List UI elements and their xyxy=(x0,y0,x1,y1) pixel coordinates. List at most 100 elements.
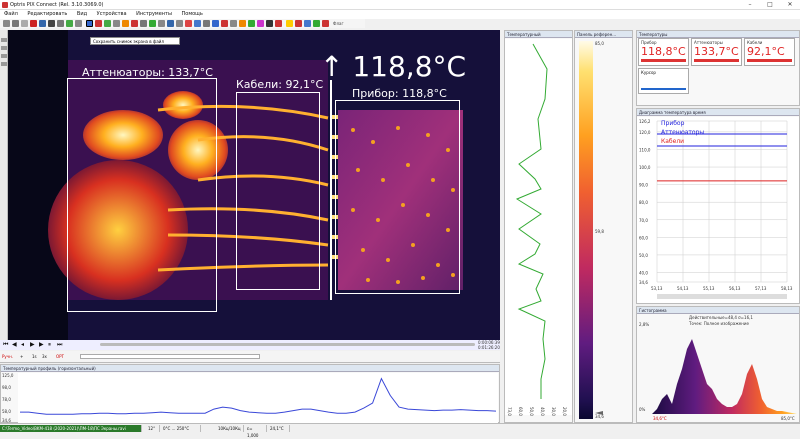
pause-icon[interactable]: ⏸ xyxy=(48,341,51,349)
temp-card-attenuators[interactable]: Аттенюаторы 133,7°C xyxy=(691,38,742,66)
speed-1s-button[interactable]: 1s xyxy=(32,354,37,359)
measure-icon[interactable] xyxy=(158,20,165,27)
export-icon[interactable] xyxy=(313,20,320,27)
stop-icon[interactable] xyxy=(21,20,28,27)
menu-tools[interactable]: Инструменты xyxy=(132,10,176,17)
vertical-profile-chart[interactable] xyxy=(505,39,572,415)
maximize-icon[interactable]: □ xyxy=(760,0,780,10)
toolbar: Флаг xyxy=(0,19,365,28)
tool-icon[interactable] xyxy=(1,38,7,42)
left-toolstrip xyxy=(0,30,8,340)
y-tick-label: 60,0 xyxy=(639,235,648,240)
vertical-profile-title: Температурный xyxy=(505,31,572,38)
hotspot-icon[interactable] xyxy=(176,20,183,27)
color-icon[interactable] xyxy=(122,20,129,27)
timeline-slider[interactable] xyxy=(100,343,475,346)
box-icon[interactable] xyxy=(194,20,201,27)
grid-icon[interactable] xyxy=(75,20,82,27)
menu-view[interactable]: Вид xyxy=(73,10,91,17)
tool-icon[interactable] xyxy=(1,54,7,58)
cursor-line xyxy=(330,80,332,300)
focus-icon[interactable] xyxy=(248,20,255,27)
attenuators-roi[interactable] xyxy=(67,78,217,312)
range-slider[interactable] xyxy=(80,354,260,359)
flag-icon[interactable] xyxy=(275,20,282,27)
close-icon[interactable]: ✕ xyxy=(780,0,800,10)
rewind-start-icon[interactable]: ⏮ xyxy=(3,341,8,349)
play-icon[interactable]: ▶ xyxy=(30,341,35,348)
xtick: 20,0 xyxy=(562,407,567,416)
menu-edit[interactable]: Редактировать xyxy=(23,10,71,17)
player-options: Ручн. + 1s 3x OPT xyxy=(0,351,500,363)
histogram-chart[interactable] xyxy=(652,329,797,414)
minimize-icon[interactable]: – xyxy=(740,0,760,10)
flag2-icon[interactable] xyxy=(322,20,329,27)
device-roi[interactable] xyxy=(335,100,460,294)
chart-icon[interactable] xyxy=(140,20,147,27)
legend-entry: Кабели xyxy=(661,138,684,145)
time-scrollbar[interactable] xyxy=(657,294,787,299)
speed-3x-button[interactable]: 3x xyxy=(42,354,47,359)
histogram-icon[interactable] xyxy=(167,20,174,27)
play-back-icon[interactable]: ◂ xyxy=(21,341,24,348)
folder-icon[interactable] xyxy=(286,20,293,27)
info-icon[interactable] xyxy=(304,20,311,27)
step-back-icon[interactable]: ◀ xyxy=(12,341,17,348)
temp-card-cables[interactable]: Кабели 92,1°C xyxy=(744,38,795,66)
menu-help[interactable]: Помощь xyxy=(178,10,207,17)
horizontal-profile-chart[interactable] xyxy=(18,373,498,423)
alarm2-icon[interactable] xyxy=(295,20,302,27)
layout-icon[interactable] xyxy=(57,20,64,27)
temp-card-value: 133,7°C xyxy=(694,45,739,58)
view-icon[interactable] xyxy=(104,20,111,27)
tools-icon[interactable] xyxy=(230,20,237,27)
xtick: 40,0 xyxy=(540,407,545,416)
snapshot-icon[interactable] xyxy=(39,20,46,27)
ytick: 98,0 xyxy=(2,385,11,390)
screenshot-icon[interactable] xyxy=(86,20,93,27)
menu-devices[interactable]: Устройства xyxy=(93,10,131,17)
end-icon[interactable]: ⏭ xyxy=(57,341,62,349)
ytick: 125,0 xyxy=(2,373,14,378)
fusion-icon[interactable] xyxy=(257,20,264,27)
save-icon[interactable] xyxy=(12,20,19,27)
coldspot-icon[interactable] xyxy=(185,20,192,27)
opt-button[interactable]: OPT xyxy=(56,354,64,359)
time-chart[interactable]: 126,2 120,0 110,0 100,0 90,0 80,0 70,0 60,0 50,0… xyxy=(637,117,799,303)
cursor-card[interactable]: Курсор xyxy=(638,68,689,94)
radiation-icon[interactable] xyxy=(266,20,273,27)
line-icon[interactable] xyxy=(203,20,210,27)
palette-icon[interactable] xyxy=(66,20,73,27)
target-icon[interactable] xyxy=(221,20,228,27)
zoom-icon[interactable] xyxy=(113,20,120,27)
time-bottom: 0:01:26:20 xyxy=(478,345,500,350)
flag-label: Флаг xyxy=(333,21,344,26)
crosshair-icon[interactable] xyxy=(212,20,219,27)
tool-icon[interactable] xyxy=(1,46,7,50)
toolbar-tooltip: Сохранить снимок экрана в файл xyxy=(90,37,180,45)
record-icon[interactable] xyxy=(30,20,37,27)
profile-series-line xyxy=(20,377,497,415)
play-icon[interactable] xyxy=(48,20,55,27)
histogram-points: Точек: Полное изображение xyxy=(689,321,749,326)
y-tick-label: 120,0 xyxy=(639,130,651,135)
open-icon[interactable] xyxy=(3,20,10,27)
alarm-icon[interactable] xyxy=(131,20,138,27)
camera-icon[interactable] xyxy=(95,20,102,27)
legend-entry: Аттенюаторы xyxy=(661,129,704,136)
zoom-in-icon[interactable]: + xyxy=(20,354,23,359)
menu-file[interactable]: Файл xyxy=(0,10,22,17)
color-scale[interactable] xyxy=(579,41,593,419)
tool-icon[interactable] xyxy=(1,62,7,66)
temp-card-device[interactable]: Прибор 118,8°C xyxy=(638,38,689,66)
thermal-image[interactable]: Аттенюаторы: 133,7°C Кабели: 92,1°C Приб… xyxy=(8,30,500,340)
temp-card-bar xyxy=(694,59,739,62)
file-path: C:\Termo_Video\BKM-418 (2020-2021)\ПМ-18… xyxy=(0,425,142,432)
profile-icon[interactable] xyxy=(149,20,156,27)
y-tick-label: 34,6 xyxy=(639,280,648,285)
vertical-profile-xaxis: 73,0 60,0 50,0 40,0 30,0 20,0 xyxy=(507,407,572,422)
cables-roi[interactable] xyxy=(236,92,320,290)
step-forward-icon[interactable]: ▶ xyxy=(39,341,44,348)
manual-button[interactable]: Ручн. xyxy=(2,354,13,359)
settings-icon[interactable] xyxy=(239,20,246,27)
